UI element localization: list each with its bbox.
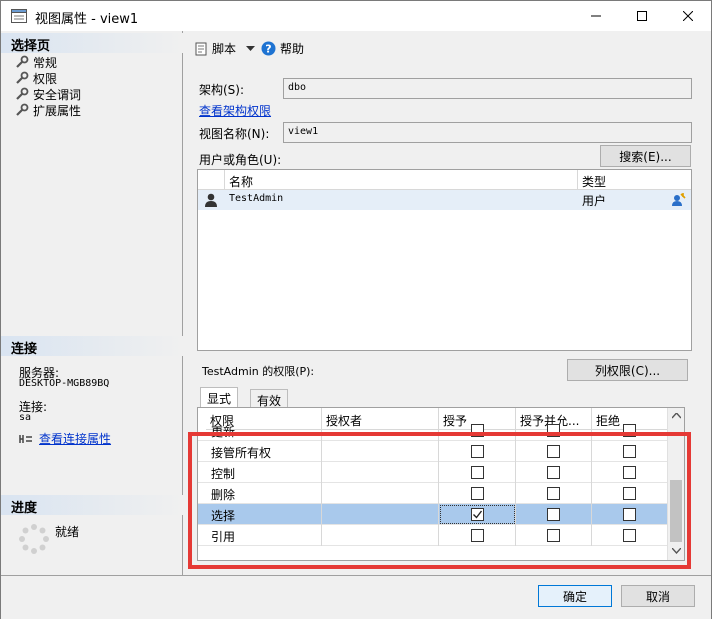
users-grid: 名称 类型 TestAdmin 用户 (197, 169, 692, 351)
maximize-icon (637, 11, 647, 21)
chevron-down-icon (246, 45, 256, 51)
wrench-icon (16, 71, 29, 84)
select-page-header: 选择页 (1, 33, 183, 54)
permissions-label: TestAdmin 的权限(P): (202, 365, 315, 378)
page-item-label: 安全谓词 (33, 87, 82, 102)
column-header-type[interactable]: 类型 (578, 170, 691, 190)
page-item-label: 扩展属性 (33, 103, 82, 118)
page-item-permissions[interactable]: 权限 (15, 70, 57, 86)
view-schema-permissions-link[interactable]: 查看架构权限 (199, 102, 271, 119)
minimize-icon (591, 15, 601, 17)
tab-effective[interactable]: 有效 (250, 389, 289, 408)
window-title: 视图属性 - view1 (35, 12, 139, 27)
server-value: DESKTOP-MGB89BQ (19, 378, 110, 389)
close-button[interactable] (665, 1, 711, 31)
highlight-frame (188, 432, 691, 569)
help-button[interactable]: ? 帮助 (261, 40, 304, 57)
left-pane: 选择页 常规 权限 安全谓词 扩展属性 连接 服务器: DESKTOP-MGB8… (1, 31, 183, 575)
page-item-label: 常规 (33, 55, 58, 70)
maximize-button[interactable] (619, 1, 665, 31)
schema-label: 架构(S): (199, 83, 245, 97)
grid-corner-header (198, 170, 225, 190)
column-permissions-button[interactable]: 列权限(C)... (567, 359, 688, 381)
search-button[interactable]: 搜索(E)... (600, 145, 691, 167)
dialog-window: 视图属性 - view1 选择页 常规 权限 安全谓词 扩展属性 连接 服务器:… (0, 0, 712, 619)
view-name-label: 视图名称(N): (199, 127, 270, 141)
progress-spinner-icon (19, 524, 49, 554)
help-icon: ? (261, 41, 276, 56)
scroll-up-icon (672, 413, 681, 419)
help-label: 帮助 (280, 42, 305, 56)
wrench-icon (16, 87, 29, 100)
ok-button[interactable]: 确定 (538, 585, 612, 607)
view-connection-properties-link[interactable]: 查看连接属性 (39, 430, 111, 447)
page-item-extended-properties[interactable]: 扩展属性 (15, 102, 81, 118)
page-item-label: 权限 (33, 71, 58, 86)
users-roles-label: 用户或角色(U): (199, 153, 282, 167)
svg-text:?: ? (265, 43, 271, 56)
connection-properties-icon (19, 434, 32, 443)
user-type-cell: 用户 (582, 194, 607, 208)
user-properties-icon (672, 193, 686, 206)
script-button[interactable]: 脚本 (194, 40, 256, 57)
button-bar: 确定 取消 (1, 575, 711, 619)
progress-header: 进度 (1, 495, 183, 516)
connection-value: sa (19, 412, 32, 423)
cancel-button[interactable]: 取消 (621, 585, 695, 607)
user-name-cell: TestAdmin (229, 193, 284, 204)
view-properties-icon (11, 9, 27, 23)
user-icon (205, 193, 217, 207)
page-item-general[interactable]: 常规 (15, 54, 57, 70)
script-icon (195, 42, 207, 55)
script-label: 脚本 (212, 42, 237, 56)
view-name-field[interactable]: view1 (283, 122, 692, 143)
page-item-security-predicates[interactable]: 安全谓词 (15, 86, 81, 102)
progress-status: 就绪 (55, 525, 80, 539)
minimize-button[interactable] (573, 1, 619, 31)
close-icon (683, 11, 693, 21)
title-bar: 视图属性 - view1 (1, 1, 711, 31)
connection-header: 连接 (1, 336, 183, 357)
tab-explicit[interactable]: 显式 (200, 387, 239, 408)
table-row[interactable]: TestAdmin 用户 (198, 190, 691, 210)
view-connection-properties[interactable]: 查看连接属性 (19, 430, 111, 447)
wrench-icon (16, 103, 29, 116)
column-header-name[interactable]: 名称 (225, 170, 578, 190)
wrench-icon (16, 55, 29, 68)
schema-field[interactable]: dbo (283, 78, 692, 99)
